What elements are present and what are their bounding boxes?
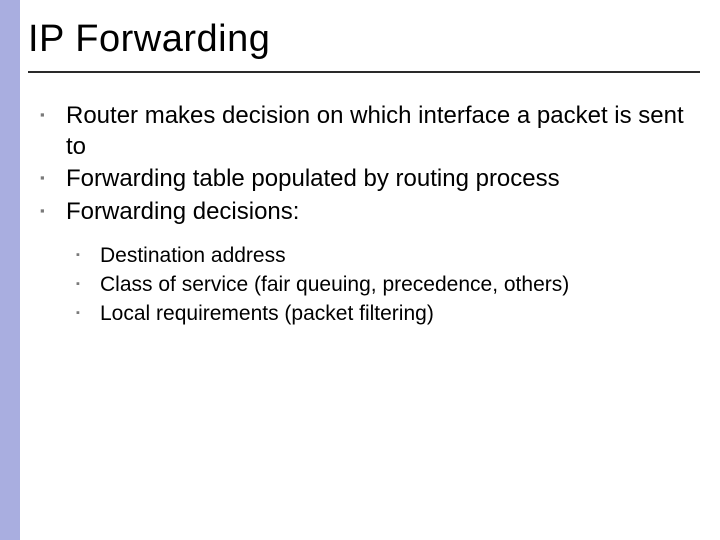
bullet-text: Router makes decision on which interface…	[66, 102, 684, 160]
list-item: Forwarding table populated by routing pr…	[36, 164, 700, 195]
list-item: Destination address	[72, 242, 700, 269]
sub-bullet-list: Destination address Class of service (fa…	[28, 242, 700, 328]
bullet-text: Local requirements (packet filtering)	[100, 302, 434, 325]
list-item: Class of service (fair queuing, preceden…	[72, 271, 700, 298]
bullet-text: Forwarding table populated by routing pr…	[66, 165, 560, 192]
slide-content: IP Forwarding Router makes decision on w…	[28, 18, 700, 330]
bullet-text: Forwarding decisions:	[66, 198, 299, 225]
list-item: Local requirements (packet filtering)	[72, 300, 700, 327]
main-bullet-list: Router makes decision on which interface…	[28, 101, 700, 228]
bullet-text: Class of service (fair queuing, preceden…	[100, 273, 569, 296]
bullet-text: Destination address	[100, 244, 286, 267]
list-item: Router makes decision on which interface…	[36, 101, 700, 162]
slide-accent-sidebar	[0, 0, 20, 540]
title-underline	[28, 71, 700, 73]
slide-title: IP Forwarding	[28, 18, 700, 61]
list-item: Forwarding decisions:	[36, 197, 700, 228]
